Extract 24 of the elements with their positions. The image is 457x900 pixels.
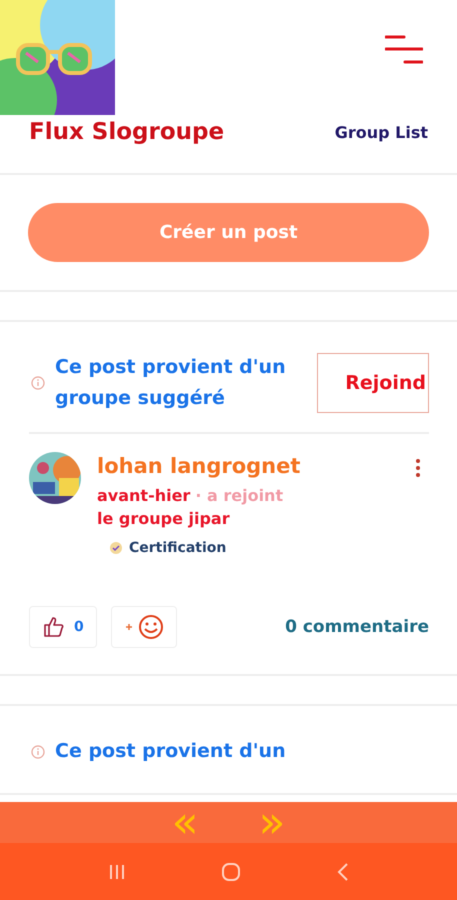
badge-label: Certification xyxy=(129,540,226,556)
join-button[interactable]: Rejoind xyxy=(317,353,429,413)
suggestion-text: Ce post provient d'un xyxy=(55,739,287,764)
badge-icon xyxy=(109,541,123,555)
author-name[interactable]: lohan langrognet xyxy=(97,454,399,478)
info-icon xyxy=(31,744,45,758)
recent-apps-icon[interactable] xyxy=(108,864,126,880)
back-icon[interactable] xyxy=(337,862,350,882)
comments-link[interactable]: 0 commentaire xyxy=(285,617,429,637)
more-icon[interactable] xyxy=(415,458,421,478)
thumbs-up-icon xyxy=(42,615,66,639)
info-icon xyxy=(31,376,45,390)
suggestion-text: Ce post provient d'un groupe suggéré xyxy=(55,355,287,411)
group-name[interactable]: le groupe jipar xyxy=(97,509,399,528)
add-emoji-icon xyxy=(124,614,164,640)
action-text: · a rejoint xyxy=(195,486,284,505)
menu-icon[interactable] xyxy=(385,34,423,66)
add-reaction-button[interactable] xyxy=(110,606,177,648)
home-icon[interactable] xyxy=(221,862,242,882)
group-list-link[interactable]: Group List xyxy=(334,122,428,142)
like-button[interactable]: 0 xyxy=(29,606,97,648)
page-title: Flux Slogroupe xyxy=(29,119,224,145)
post-time: avant-hier xyxy=(97,486,190,505)
create-post-button[interactable]: Créer un post xyxy=(28,203,429,262)
